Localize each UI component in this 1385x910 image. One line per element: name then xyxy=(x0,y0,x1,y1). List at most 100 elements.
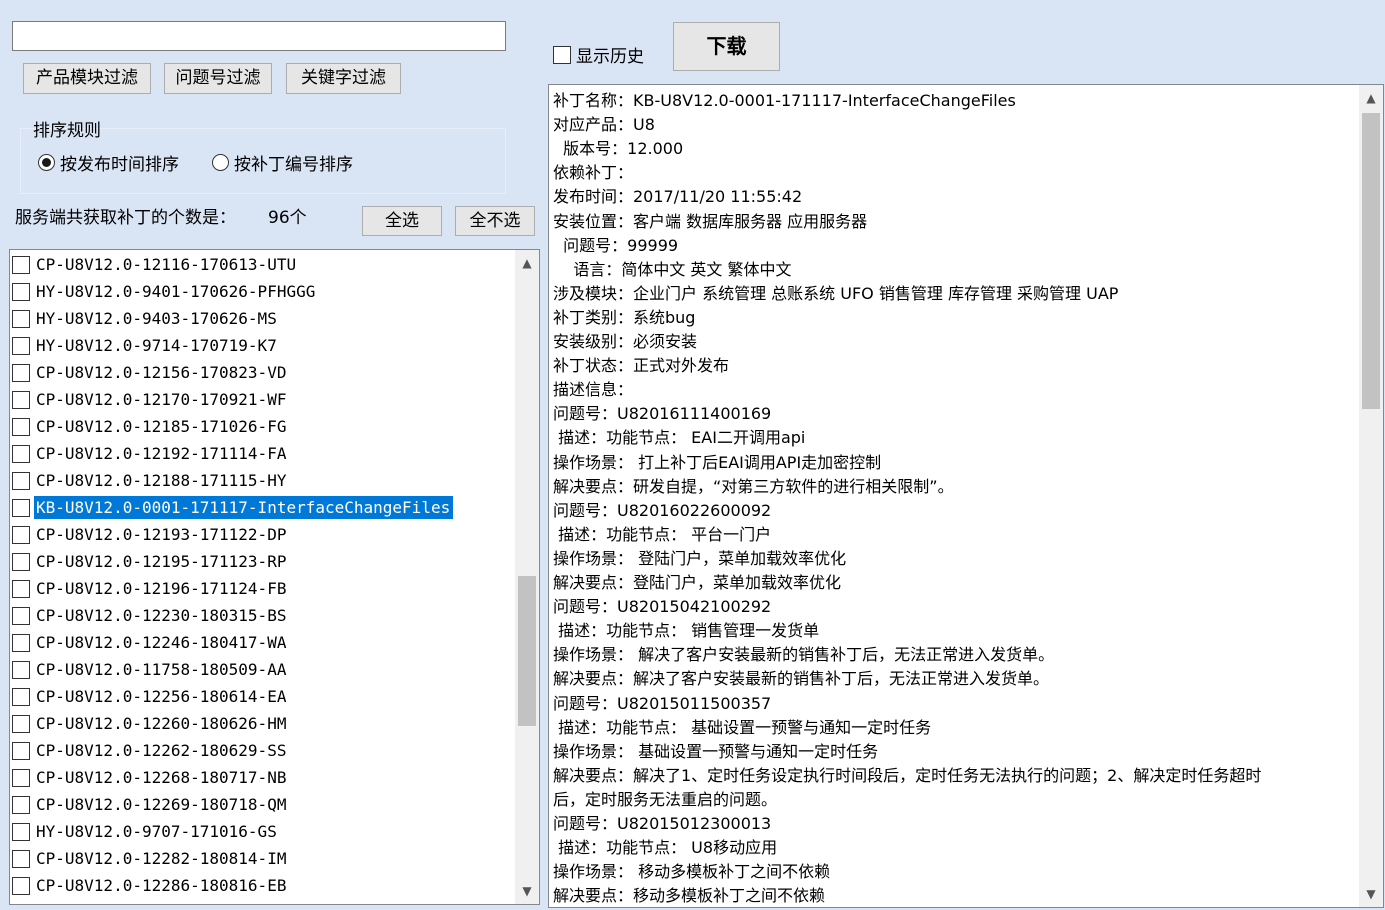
patch-checkbox[interactable] xyxy=(12,714,30,733)
patch-list-item[interactable]: CP-U8V12.0-12256-180614-EA xyxy=(12,684,289,709)
detail-line: 问题号：U82016022600092 xyxy=(553,500,772,520)
patch-checkbox[interactable] xyxy=(12,363,30,382)
patch-name: CP-U8V12.0-12246-180417-WA xyxy=(36,633,287,652)
patch-count-value: 96个 xyxy=(268,208,307,228)
select-all-button[interactable]: 全选 xyxy=(362,206,442,236)
sort-by-number-radio[interactable]: 按补丁编号排序 xyxy=(212,150,353,175)
detail-line: 描述：功能节点： EAI二开调用api xyxy=(553,428,806,448)
patch-list-item[interactable]: CP-U8V12.0-12269-180718-QM xyxy=(12,792,289,817)
patch-list-item[interactable]: CP-U8V12.0-12185-171026-FG xyxy=(12,414,289,439)
detail-line: 操作场景： 解决了客户安装最新的销售补丁后，无法正常进入发货单。 xyxy=(553,645,1055,665)
detail-line: 描述：功能节点： U8移动应用 xyxy=(553,838,778,858)
patch-list-item[interactable]: CP-U8V12.0-12282-180814-IM xyxy=(12,846,289,871)
download-button[interactable]: 下载 xyxy=(673,22,780,71)
sort-title: 排序规则 xyxy=(33,121,101,141)
patch-name: CP-U8V12.0-12156-170823-VD xyxy=(36,363,287,382)
detail-line: 描述信息： xyxy=(553,380,634,400)
patch-list-item[interactable]: CP-U8V12.0-12260-180626-HM xyxy=(12,711,289,736)
show-history-label: 显示历史 xyxy=(576,47,644,67)
patch-list-item[interactable]: CP-U8V12.0-12268-180717-NB xyxy=(12,765,289,790)
patch-checkbox[interactable] xyxy=(12,282,30,301)
patch-checkbox[interactable] xyxy=(12,849,30,868)
checkbox-icon xyxy=(553,45,571,64)
patch-list-item[interactable]: CP-U8V12.0-12246-180417-WA xyxy=(12,630,289,655)
patch-checkbox[interactable] xyxy=(12,876,30,895)
patch-checkbox[interactable] xyxy=(12,336,30,355)
patch-name: KB-U8V12.0-0001-171117-InterfaceChangeFi… xyxy=(34,496,454,519)
patch-list-item[interactable]: CP-U8V12.0-12286-180816-EB xyxy=(12,873,289,898)
sort-by-time-radio[interactable]: 按发布时间排序 xyxy=(38,150,179,175)
patch-list-item[interactable]: CP-U8V12.0-12116-170613-UTU xyxy=(12,252,299,277)
patch-list-item[interactable]: HY-U8V12.0-9714-170719-K7 xyxy=(12,333,280,358)
patch-checkbox[interactable] xyxy=(12,633,30,652)
show-history-checkbox[interactable]: 显示历史 xyxy=(553,42,644,67)
patch-list-item[interactable]: CP-U8V12.0-12188-171115-HY xyxy=(12,468,289,493)
patch-list-item[interactable]: CP-U8V12.0-12156-170823-VD xyxy=(12,360,289,385)
patch-checkbox[interactable] xyxy=(12,255,30,274)
scroll-thumb[interactable] xyxy=(1362,113,1380,409)
patch-name: CP-U8V12.0-12196-171124-FB xyxy=(36,579,287,598)
patch-list-item[interactable]: CP-U8V12.0-12230-180315-BS xyxy=(12,603,289,628)
patch-list-item[interactable]: CP-U8V12.0-12196-171124-FB xyxy=(12,576,289,601)
patch-checkbox[interactable] xyxy=(12,660,30,679)
detail-scrollbar[interactable]: ▲ ▼ xyxy=(1359,85,1383,907)
patch-checkbox[interactable] xyxy=(12,444,30,463)
filter-input[interactable] xyxy=(12,21,506,51)
patch-list-scrollbar[interactable]: ▲ ▼ xyxy=(515,250,539,904)
patch-checkbox[interactable] xyxy=(12,390,30,409)
patch-list-item[interactable]: CP-U8V12.0-12192-171114-FA xyxy=(12,441,289,466)
patch-checkbox[interactable] xyxy=(12,552,30,571)
issue-filter-button[interactable]: 问题号过滤 xyxy=(164,63,272,94)
patch-detail-pane[interactable]: 补丁名称：KB-U8V12.0-0001-171117-InterfaceCha… xyxy=(548,84,1384,908)
detail-line: 解决要点：移动多模板补丁之间不依赖 xyxy=(553,886,826,906)
patch-name: HY-U8V12.0-9401-170626-PFHGGG xyxy=(36,282,316,301)
patch-name: CP-U8V12.0-12195-171123-RP xyxy=(36,552,287,571)
scroll-down-icon[interactable]: ▼ xyxy=(1359,883,1383,905)
patch-list-item[interactable]: HY-U8V12.0-9401-170626-PFHGGG xyxy=(12,279,318,304)
patch-name: CP-U8V12.0-12262-180629-SS xyxy=(36,741,287,760)
patch-list[interactable]: CP-U8V12.0-12116-170613-UTU HY-U8V12.0-94… xyxy=(9,249,540,905)
detail-line: 问题号：U82015012300013 xyxy=(553,814,772,833)
product-filter-button[interactable]: 产品模块过滤 xyxy=(23,63,151,94)
detail-line: 描述：功能节点： 基础设置一预警与通知一定时任务 xyxy=(553,717,932,737)
patch-checkbox[interactable] xyxy=(12,498,30,517)
patch-list-item[interactable]: CP-U8V12.0-12195-171123-RP xyxy=(12,549,289,574)
patch-count-label: 服务端共获取补丁的个数是： xyxy=(15,208,236,228)
detail-line: 安装位置：客户端 数据库服务器 应用服务器 xyxy=(553,211,868,231)
keyword-filter-button[interactable]: 关键字过滤 xyxy=(286,63,401,94)
scroll-down-icon[interactable]: ▼ xyxy=(515,880,539,902)
detail-line: 补丁类别：系统bug xyxy=(553,307,696,327)
patch-list-item[interactable]: HY-U8V12.0-9707-171016-GS xyxy=(12,819,280,844)
patch-checkbox[interactable] xyxy=(12,687,30,706)
detail-line: 依赖补丁： xyxy=(553,163,634,183)
patch-checkbox[interactable] xyxy=(12,309,30,328)
patch-list-item[interactable]: KB-U8V12.0-0001-171117-InterfaceChangeFi… xyxy=(12,495,454,520)
patch-checkbox[interactable] xyxy=(12,768,30,787)
patch-checkbox[interactable] xyxy=(12,741,30,760)
patch-name: CP-U8V12.0-12286-180816-EB xyxy=(36,876,287,895)
patch-list-item[interactable]: CP-U8V12.0-11758-180509-AA xyxy=(12,657,289,682)
patch-checkbox[interactable] xyxy=(12,579,30,598)
detail-line: 语言：简体中文 英文 繁体中文 xyxy=(553,259,792,279)
patch-list-item[interactable]: CP-U8V12.0-12262-180629-SS xyxy=(12,738,289,763)
patch-list-item[interactable]: HY-U8V12.0-9403-170626-MS xyxy=(12,306,280,331)
patch-name: HY-U8V12.0-9707-171016-GS xyxy=(36,822,277,841)
patch-checkbox[interactable] xyxy=(12,471,30,490)
patch-name: HY-U8V12.0-9714-170719-K7 xyxy=(36,336,277,355)
scroll-up-icon[interactable]: ▲ xyxy=(1359,87,1383,109)
detail-line: 操作场景： 基础设置一预警与通知一定时任务 xyxy=(553,741,879,761)
radio-unchecked-icon xyxy=(212,154,229,171)
scroll-thumb[interactable] xyxy=(518,576,536,726)
radio-checked-icon xyxy=(38,154,55,171)
patch-checkbox[interactable] xyxy=(12,417,30,436)
select-none-button[interactable]: 全不选 xyxy=(455,206,535,236)
detail-line: 操作场景： 打上补丁后EAI调用API走加密控制 xyxy=(553,452,882,472)
patch-checkbox[interactable] xyxy=(12,795,30,814)
patch-checkbox[interactable] xyxy=(12,822,30,841)
patch-checkbox[interactable] xyxy=(12,525,30,544)
patch-list-item[interactable]: CP-U8V12.0-12170-170921-WF xyxy=(12,387,289,412)
patch-list-item[interactable]: CP-U8V12.0-12193-171122-DP xyxy=(12,522,289,547)
detail-line: 问题号：U82015011500357 xyxy=(553,693,772,713)
scroll-up-icon[interactable]: ▲ xyxy=(515,252,539,274)
patch-checkbox[interactable] xyxy=(12,606,30,625)
